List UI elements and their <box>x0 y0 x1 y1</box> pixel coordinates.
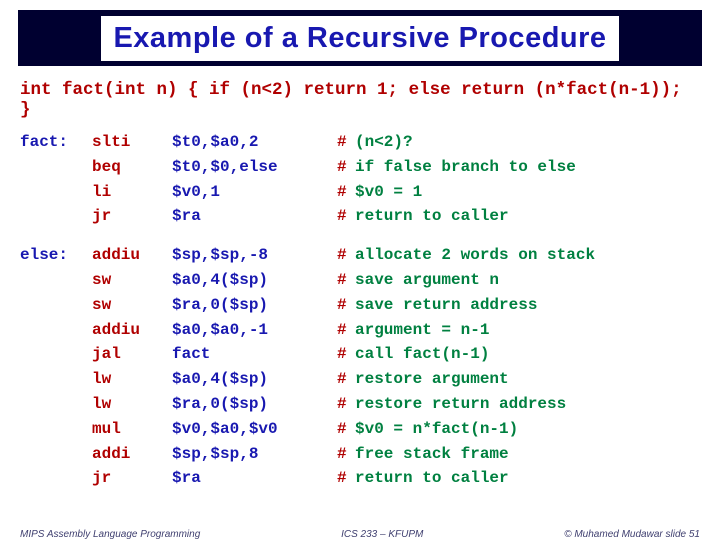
asm-comment: allocate 2 words on stack <box>355 243 700 268</box>
hash-symbol: # <box>337 442 355 467</box>
footer-center: ICS 233 – KFUPM <box>341 529 423 540</box>
asm-operands: $v0,$a0,$v0 <box>172 417 337 442</box>
hash-symbol: # <box>337 342 355 367</box>
hash-symbol: # <box>337 204 355 229</box>
footer-right: © Muhamed Mudawar slide 51 <box>564 529 700 540</box>
asm-operands: $a0,$a0,-1 <box>172 318 337 343</box>
asm-comment: argument = n-1 <box>355 318 700 343</box>
asm-instr: jr <box>92 466 172 491</box>
asm-comment: free stack frame <box>355 442 700 467</box>
asm-label <box>20 180 92 205</box>
asm-instr: lw <box>92 367 172 392</box>
hash-symbol: # <box>337 155 355 180</box>
asm-row: fact:slti$t0,$a0,2# (n<2)? <box>20 130 700 155</box>
asm-label <box>20 293 92 318</box>
asm-label <box>20 466 92 491</box>
slide-title: Example of a Recursive Procedure <box>101 16 618 61</box>
asm-row: addiu$a0,$a0,-1# argument = n-1 <box>20 318 700 343</box>
asm-instr: mul <box>92 417 172 442</box>
asm-comment: if false branch to else <box>355 155 700 180</box>
hash-symbol: # <box>337 367 355 392</box>
asm-row: jr$ra# return to caller <box>20 204 700 229</box>
asm-operands: $a0,4($sp) <box>172 367 337 392</box>
hash-symbol: # <box>337 180 355 205</box>
asm-operands: fact <box>172 342 337 367</box>
asm-comment: return to caller <box>355 204 700 229</box>
asm-label <box>20 367 92 392</box>
asm-comment: save argument n <box>355 268 700 293</box>
asm-comment: $v0 = n*fact(n-1) <box>355 417 700 442</box>
asm-operands: $sp,$sp,-8 <box>172 243 337 268</box>
asm-operands: $t0,$0,else <box>172 155 337 180</box>
asm-row: li$v0,1# $v0 = 1 <box>20 180 700 205</box>
asm-operands: $v0,1 <box>172 180 337 205</box>
asm-label <box>20 268 92 293</box>
hash-symbol: # <box>337 466 355 491</box>
asm-comment: save return address <box>355 293 700 318</box>
asm-instr: jr <box>92 204 172 229</box>
asm-row: jr$ra# return to caller <box>20 466 700 491</box>
asm-label <box>20 442 92 467</box>
asm-row: beq$t0,$0,else# if false branch to else <box>20 155 700 180</box>
hash-symbol: # <box>337 130 355 155</box>
asm-instr: sw <box>92 293 172 318</box>
asm-instr: slti <box>92 130 172 155</box>
asm-label <box>20 417 92 442</box>
hash-symbol: # <box>337 293 355 318</box>
asm-instr: sw <box>92 268 172 293</box>
asm-comment: $v0 = 1 <box>355 180 700 205</box>
asm-row: sw$a0,4($sp)# save argument n <box>20 268 700 293</box>
asm-instr: beq <box>92 155 172 180</box>
asm-instr: addiu <box>92 318 172 343</box>
asm-comment: (n<2)? <box>355 130 700 155</box>
asm-operands: $ra,0($sp) <box>172 392 337 417</box>
asm-comment: restore return address <box>355 392 700 417</box>
asm-row: mul$v0,$a0,$v0# $v0 = n*fact(n-1) <box>20 417 700 442</box>
asm-row: lw$ra,0($sp)# restore return address <box>20 392 700 417</box>
footer-left: MIPS Assembly Language Programming <box>20 529 200 540</box>
asm-row: lw$a0,4($sp)# restore argument <box>20 367 700 392</box>
asm-instr: lw <box>92 392 172 417</box>
asm-label <box>20 318 92 343</box>
asm-operands: $sp,$sp,8 <box>172 442 337 467</box>
asm-row: addi$sp,$sp,8# free stack frame <box>20 442 700 467</box>
asm-operands: $ra <box>172 204 337 229</box>
hash-symbol: # <box>337 243 355 268</box>
c-code-line: int fact(int n) { if (n<2) return 1; els… <box>20 80 700 120</box>
asm-operands: $ra,0($sp) <box>172 293 337 318</box>
asm-operands: $t0,$a0,2 <box>172 130 337 155</box>
asm-instr: li <box>92 180 172 205</box>
hash-symbol: # <box>337 318 355 343</box>
asm-label <box>20 392 92 417</box>
asm-instr: addi <box>92 442 172 467</box>
hash-symbol: # <box>337 268 355 293</box>
slide-footer: MIPS Assembly Language Programming ICS 2… <box>20 529 700 540</box>
asm-label <box>20 342 92 367</box>
block-spacer <box>20 229 700 243</box>
hash-symbol: # <box>337 392 355 417</box>
asm-comment: call fact(n-1) <box>355 342 700 367</box>
hash-symbol: # <box>337 417 355 442</box>
asm-comment: restore argument <box>355 367 700 392</box>
asm-operands: $a0,4($sp) <box>172 268 337 293</box>
asm-label <box>20 155 92 180</box>
asm-row: else:addiu$sp,$sp,-8# allocate 2 words o… <box>20 243 700 268</box>
asm-row: sw$ra,0($sp)# save return address <box>20 293 700 318</box>
asm-operands: $ra <box>172 466 337 491</box>
assembly-listing: fact:slti$t0,$a0,2# (n<2)?beq$t0,$0,else… <box>20 130 700 491</box>
asm-comment: return to caller <box>355 466 700 491</box>
asm-label <box>20 204 92 229</box>
asm-row: jalfact# call fact(n-1) <box>20 342 700 367</box>
title-bar: Example of a Recursive Procedure <box>18 10 702 66</box>
asm-instr: jal <box>92 342 172 367</box>
asm-label: else: <box>20 243 92 268</box>
asm-instr: addiu <box>92 243 172 268</box>
asm-label: fact: <box>20 130 92 155</box>
